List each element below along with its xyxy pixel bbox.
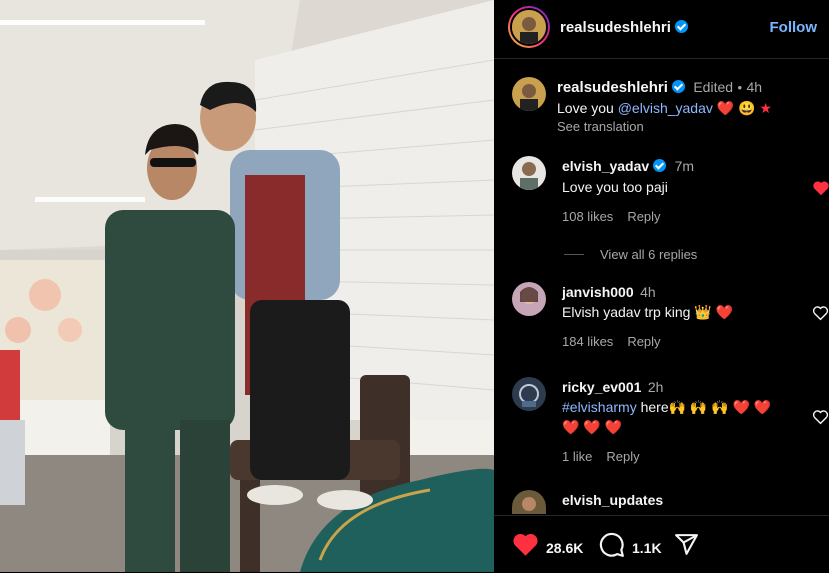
avatar-image [512,282,546,316]
follow-button[interactable]: Follow [770,19,818,36]
share-paper-plane-icon[interactable] [674,532,699,557]
caption-username[interactable]: realsudeshlehri [557,79,668,96]
comment-text: #elvisharmy here🙌 🙌 🙌 ❤️ ❤️ [562,399,771,416]
comment-like-heart-icon[interactable] [812,180,829,196]
reply-button[interactable]: Reply [627,209,660,224]
comment-likes[interactable]: 108 likes [562,209,613,224]
comment-meta: 184 likes Reply [562,334,675,349]
comment-meta: 108 likes Reply [562,209,675,224]
view-replies-link[interactable]: View all 6 replies [600,247,697,262]
comment-meta: 1 like Reply [562,449,654,464]
caption-mention-link[interactable]: @elvish_yadav [618,100,713,116]
comment-time[interactable]: 7m [675,158,694,174]
comment-avatar[interactable] [512,156,546,190]
comment-avatar[interactable] [512,282,546,316]
avatar-image [512,77,546,111]
comments-count[interactable]: 1.1K [632,540,662,556]
comment-likes[interactable]: 184 likes [562,334,613,349]
header-username[interactable]: realsudeshlehri [560,19,671,36]
post-photo-illustration [0,0,494,572]
comment-header: ricky_ev001 2h [562,379,663,397]
comment-username[interactable]: ricky_ev001 [562,379,641,395]
replies-divider [564,254,584,255]
comment-username[interactable]: elvish_yadav [562,158,649,174]
comment-text-rest: here🙌 🙌 🙌 ❤️ ❤️ [636,399,772,415]
verified-badge-icon [671,80,685,93]
avatar-image [512,490,546,514]
header-username-row: realsudeshlehri [560,19,688,37]
comment-header: janvish000 4h [562,284,656,302]
caption-avatar[interactable] [512,77,546,111]
comment-text: Love you too paji [562,179,668,195]
caption-time[interactable]: 4h [747,79,763,95]
avatar-image [512,377,546,411]
separator-dot: • [737,80,743,95]
avatar-image [512,10,546,44]
avatar-image [512,156,546,190]
comment-username[interactable]: elvish_updates [562,492,663,508]
reply-button[interactable]: Reply [627,334,660,349]
comment-username[interactable]: janvish000 [562,284,634,300]
author-avatar[interactable] [508,6,550,48]
comment-avatar[interactable] [512,490,546,514]
hashtag-link[interactable]: #elvisharmy [562,399,637,415]
like-heart-icon[interactable] [512,532,539,557]
caption-text: Love you @elvish_yadav ❤️ 😃 ★ [557,100,772,117]
post-actions-bar: 28.6K 1.1K [494,515,829,573]
reply-button[interactable]: Reply [606,449,639,464]
comment-time[interactable]: 4h [640,284,656,300]
comment-text-line2: ❤️ ❤️ ❤️ [562,419,623,435]
comment-header: elvish_yadav 7m [562,158,694,176]
caption-header: realsudeshlehri Edited • 4h [557,79,762,97]
comment-like-heart-icon[interactable] [812,409,829,425]
comment-text: Elvish yadav trp king 👑 ❤️ [562,304,734,320]
comment-likes[interactable]: 1 like [562,449,592,464]
post-header: realsudeshlehri Follow [494,0,829,59]
comment-bubble-icon[interactable] [599,532,625,558]
edited-label: Edited [693,79,734,95]
see-translation-link[interactable]: See translation [557,119,644,134]
comment-time[interactable]: 2h [648,379,664,395]
caption-emojis: ❤️ 😃 ★ [716,100,772,116]
comment-avatar[interactable] [512,377,546,411]
caption-text-start: Love you [557,100,618,116]
comment-header: elvish_updates [562,492,663,510]
verified-badge-icon [653,159,667,172]
post-photo[interactable] [0,0,494,572]
likes-count[interactable]: 28.6K [546,540,583,556]
post-side-panel: realsudeshlehri Follow realsudeshlehri E… [494,0,829,572]
comment-like-heart-icon[interactable] [812,305,829,321]
verified-badge-icon [674,20,688,33]
